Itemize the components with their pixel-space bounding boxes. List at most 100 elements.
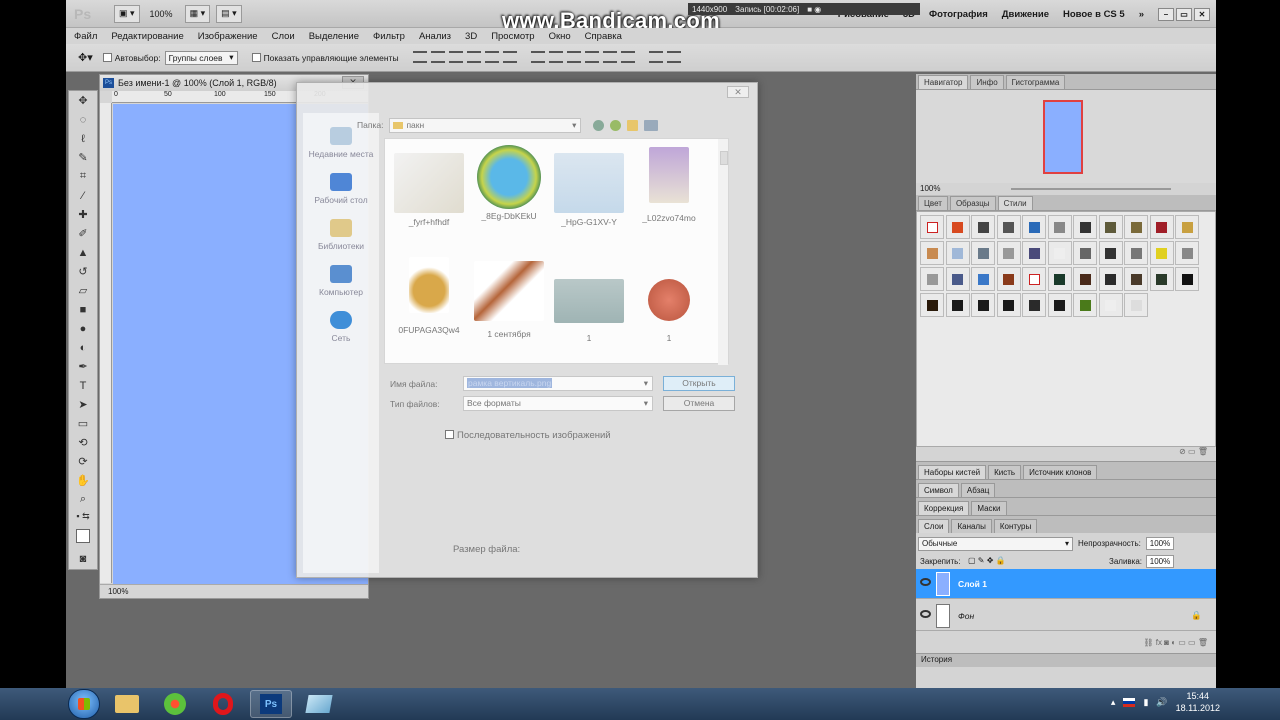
navigator-zoom-value[interactable]: 100% <box>920 184 940 193</box>
style-swatch[interactable] <box>1022 215 1046 239</box>
dialog-close-icon[interactable]: ✕ <box>727 86 749 98</box>
file-item[interactable]: _HpG-G1XV-Y <box>550 153 628 227</box>
healing-tool-icon[interactable]: ✚ <box>69 205 97 224</box>
stamp-tool-icon[interactable]: ▲ <box>69 243 97 262</box>
tab-channels[interactable]: Каналы <box>951 519 992 533</box>
style-swatch[interactable] <box>1073 241 1097 265</box>
color-swatches[interactable] <box>69 523 97 549</box>
style-swatch[interactable] <box>971 215 995 239</box>
style-swatch[interactable] <box>971 293 995 317</box>
tab-navigator[interactable]: Навигатор <box>918 75 969 89</box>
style-swatch[interactable] <box>1175 241 1199 265</box>
opacity-input[interactable]: 100% <box>1146 537 1174 550</box>
blur-tool-icon[interactable]: ● <box>69 319 97 338</box>
tab-adjustments[interactable]: Коррекция <box>918 501 970 515</box>
workspace-new-in-cs5[interactable]: Новое в CS 5 <box>1063 9 1125 20</box>
layer-row-selected[interactable]: Слой 1 <box>916 569 1216 599</box>
taskbar-photoshop[interactable]: Ps <box>250 690 292 718</box>
quick-mask-icon[interactable]: ◙ <box>69 549 97 568</box>
style-swatch[interactable] <box>996 241 1021 265</box>
crop-tool-icon[interactable]: ⌗ <box>69 167 97 186</box>
tab-masks[interactable]: Маски <box>971 501 1007 515</box>
clock[interactable]: 15:44 18.11.2012 <box>1176 690 1220 714</box>
brush-tool-icon[interactable]: ✐ <box>69 224 97 243</box>
tab-brush-presets[interactable]: Наборы кистей <box>918 465 987 479</box>
style-swatch[interactable] <box>945 215 970 239</box>
menu-layers[interactable]: Слои <box>272 31 295 42</box>
move-tool-preset-icon[interactable]: ✥▾ <box>78 51 93 64</box>
eye-icon[interactable] <box>920 610 931 618</box>
style-swatch[interactable] <box>1022 293 1046 317</box>
place-desktop[interactable]: Рабочий стол <box>303 173 379 205</box>
marquee-tool-icon[interactable]: ◌ <box>69 110 97 129</box>
tab-clone-source[interactable]: Источник клонов <box>1023 465 1098 479</box>
workspace-motion[interactable]: Движение <box>1002 9 1049 20</box>
workspace-photography[interactable]: Фотография <box>929 9 988 20</box>
gradient-tool-icon[interactable]: ■ <box>69 300 97 319</box>
style-swatch[interactable] <box>1047 215 1072 239</box>
folder-dropdown[interactable]: пакн <box>389 117 582 133</box>
menu-3d[interactable]: 3D <box>465 31 477 42</box>
autoselect-checkbox[interactable] <box>102 53 112 62</box>
view-extras-button[interactable]: ▦ ▾ <box>184 4 211 23</box>
style-swatch[interactable] <box>920 267 944 291</box>
style-swatch[interactable] <box>996 293 1021 317</box>
fill-input[interactable]: 100% <box>1146 555 1174 568</box>
menu-file[interactable]: Файл <box>74 31 97 42</box>
cancel-button[interactable]: Отмена <box>663 396 735 411</box>
style-swatch[interactable] <box>996 215 1021 239</box>
taskbar-icq[interactable] <box>154 690 196 718</box>
style-swatch[interactable] <box>920 241 944 265</box>
path-select-tool-icon[interactable]: ➤ <box>69 395 97 414</box>
style-swatch[interactable] <box>920 215 944 239</box>
camera-icon[interactable]: ■ ◉ <box>807 5 821 14</box>
style-swatch[interactable] <box>1124 267 1148 291</box>
autoselect-dropdown[interactable]: Группы слоев <box>164 50 238 65</box>
swap-colors-icon[interactable]: ▪ ⇆ <box>69 509 97 523</box>
style-swatch[interactable] <box>945 293 970 317</box>
tab-info[interactable]: Инфо <box>970 75 1004 89</box>
filetype-dropdown[interactable]: Все форматы <box>463 396 653 411</box>
style-swatch[interactable] <box>1098 267 1123 291</box>
navigator-zoom-slider[interactable] <box>1011 188 1171 190</box>
tab-swatches[interactable]: Образцы <box>949 196 996 210</box>
tab-histogram[interactable]: Гистограмма <box>1005 75 1066 89</box>
up-folder-icon[interactable] <box>610 119 622 131</box>
new-folder-icon[interactable] <box>627 119 639 131</box>
taskbar-opera[interactable] <box>202 690 244 718</box>
style-swatch[interactable] <box>1149 241 1174 265</box>
style-swatch[interactable] <box>1098 293 1123 317</box>
zoom-level[interactable]: 100% <box>150 9 173 19</box>
style-swatch[interactable] <box>1175 215 1199 239</box>
file-item[interactable]: 1 сентября <box>470 261 548 339</box>
file-item[interactable]: 1 <box>630 279 708 343</box>
tab-brush[interactable]: Кисть <box>988 465 1022 479</box>
tab-character[interactable]: Символ <box>918 483 959 497</box>
tab-history[interactable]: История <box>916 653 1216 667</box>
tab-paths[interactable]: Контуры <box>993 519 1038 533</box>
document-zoom[interactable]: 100% <box>108 587 128 596</box>
move-tool-icon[interactable]: ✥ <box>69 91 97 110</box>
tab-styles[interactable]: Стили <box>997 196 1033 210</box>
network-icon[interactable]: ▮ <box>1143 697 1148 708</box>
back-icon[interactable] <box>593 119 605 131</box>
style-swatch[interactable] <box>1124 215 1148 239</box>
menu-window[interactable]: Окно <box>549 31 571 42</box>
arrange-documents-button[interactable]: ▤ ▾ <box>216 4 242 23</box>
language-flag-icon[interactable] <box>1123 697 1136 707</box>
volume-icon[interactable]: 🔊 <box>1156 697 1167 708</box>
more-workspaces-icon[interactable]: » <box>1139 9 1144 20</box>
style-swatch[interactable] <box>1073 293 1097 317</box>
menu-analysis[interactable]: Анализ <box>419 31 451 42</box>
style-swatch[interactable] <box>1073 215 1097 239</box>
eraser-tool-icon[interactable]: ▱ <box>69 281 97 300</box>
3d-orbit-tool-icon[interactable]: ⟳ <box>69 452 97 471</box>
blend-mode-dropdown[interactable]: Обычные <box>918 537 1073 551</box>
style-swatch[interactable] <box>1047 241 1072 265</box>
hand-tool-icon[interactable]: ✋ <box>69 471 97 490</box>
place-libraries[interactable]: Библиотеки <box>303 219 379 251</box>
align-icons[interactable] <box>411 50 684 65</box>
style-swatch[interactable] <box>1098 215 1123 239</box>
tab-color[interactable]: Цвет <box>918 196 948 210</box>
style-swatch[interactable] <box>1047 293 1072 317</box>
